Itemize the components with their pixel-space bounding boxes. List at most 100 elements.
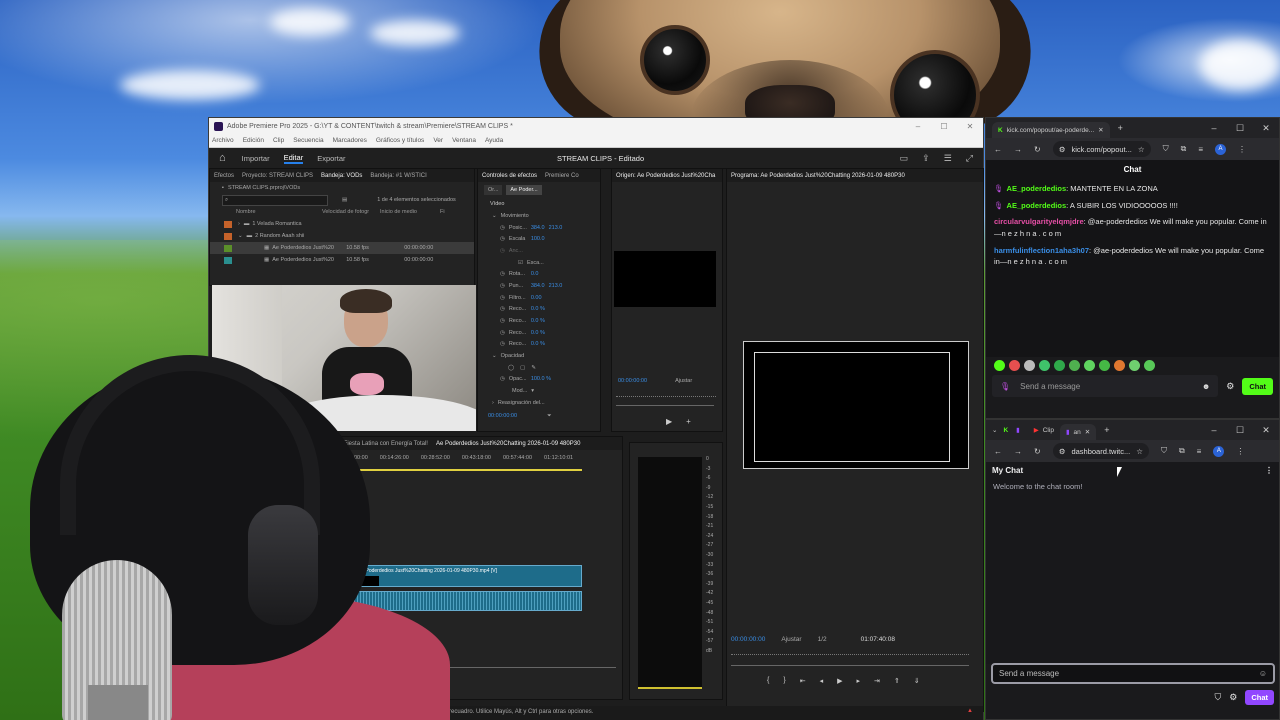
effect-value[interactable]: 0.00	[531, 295, 542, 301]
ellipse-mask-icon[interactable]: ◯	[508, 365, 514, 371]
column-fin[interactable]: Fi	[440, 209, 445, 215]
menu-marcadores[interactable]: Marcadores	[333, 137, 367, 144]
forward-icon[interactable]: →	[1014, 447, 1022, 456]
browser-tab-kick[interactable]: K kick.com/popout/ae-poderde... ✕	[992, 122, 1110, 138]
lift-icon[interactable]: ⇑	[894, 677, 900, 685]
effect-row[interactable]: ☑ Esca...	[478, 257, 600, 269]
new-tab-icon[interactable]: +	[1104, 425, 1109, 435]
audio-clip[interactable]	[354, 591, 582, 611]
stopwatch-icon[interactable]: ◷	[500, 271, 505, 277]
more-options-icon[interactable]: ⋮	[1265, 466, 1273, 475]
emoji-icon[interactable]: ☺	[1259, 669, 1267, 678]
tab-controles-efectos[interactable]: Controles de efectos	[482, 173, 537, 179]
close-button[interactable]: ✕	[957, 122, 983, 131]
menu-ayuda[interactable]: Ayuda	[485, 137, 503, 144]
menu-graficos[interactable]: Gráficos y títulos	[376, 137, 424, 144]
source-timecode[interactable]: 00:00:00:00	[618, 378, 647, 384]
workspace-exportar[interactable]: Exportar	[317, 154, 345, 163]
menu-archivo[interactable]: Archivo	[212, 137, 234, 144]
tab-origen[interactable]: Origen: Ae Poderdedios Just%20Cha	[616, 173, 715, 179]
menu-secuencia[interactable]: Secuencia	[293, 137, 323, 144]
channel-points-icon[interactable]: ⛉	[1214, 692, 1221, 703]
maximize-button[interactable]: ☐	[1227, 425, 1253, 436]
emote-icon[interactable]	[1039, 359, 1050, 371]
address-bar[interactable]: ⚙ dashboard.twitc... ☆	[1052, 443, 1149, 459]
reading-list-icon[interactable]: ≡	[1197, 447, 1202, 456]
maximize-button[interactable]: ☐	[931, 122, 957, 131]
menu-icon[interactable]: ☰	[944, 153, 952, 164]
list-item[interactable]: › ▬ 1 Velada Romantica	[210, 218, 474, 230]
stopwatch-icon[interactable]: ◷	[500, 306, 505, 312]
browser-tab-dashboard[interactable]: ▮ an ✕	[1059, 424, 1097, 440]
workspace-editar[interactable]: Editar	[283, 153, 304, 164]
chevron-down-icon[interactable]: ⌄	[492, 213, 497, 219]
source-scrubber[interactable]	[616, 391, 716, 397]
emote-icon[interactable]	[1099, 359, 1110, 371]
stopwatch-icon[interactable]: ◷	[500, 341, 505, 347]
go-to-out-icon[interactable]: ⇥	[874, 677, 880, 685]
twitch-message-input[interactable]: Send a message ☺	[991, 663, 1275, 684]
tab-programa[interactable]: Programa: Ae Poderdedios Just%20Chatting…	[731, 173, 905, 179]
program-fit-select[interactable]: Ajustar	[781, 636, 801, 643]
stopwatch-icon[interactable]: ◷	[500, 376, 505, 382]
effect-row[interactable]: ◷ Reco... 0.0 %	[478, 339, 600, 351]
tab-efectos[interactable]: Efectos	[214, 173, 234, 179]
blend-mode-select[interactable]: ▾	[531, 388, 534, 394]
emote-icon[interactable]	[1114, 359, 1125, 371]
mark-in-icon[interactable]: {	[767, 677, 769, 685]
effect-value[interactable]: 0.0 %	[531, 318, 545, 324]
effect-row[interactable]: ◷ Reco... 0.0 %	[478, 304, 600, 316]
new-tab-icon[interactable]: +	[1118, 123, 1123, 133]
list-item[interactable]: ⌄ ▬ 2 Random Aaah shii	[210, 230, 474, 242]
twitch-tab-icon[interactable]: ▮	[1016, 426, 1020, 434]
effect-row[interactable]: ◷ Filtro... 0.00	[478, 292, 600, 304]
timeline-scrollbar[interactable]	[306, 667, 616, 668]
mark-out-icon[interactable]: }	[783, 677, 785, 685]
close-tab-icon[interactable]: ✕	[1098, 126, 1103, 134]
reload-icon[interactable]: ↻	[1034, 145, 1041, 154]
send-chat-button[interactable]: Chat	[1242, 377, 1273, 395]
back-icon[interactable]: ←	[994, 145, 1002, 154]
emote-icon[interactable]	[994, 359, 1005, 371]
program-scrubber[interactable]	[731, 649, 969, 655]
new-bin-icon[interactable]: ▤	[342, 197, 347, 203]
menu-ventana[interactable]: Ventana	[452, 137, 476, 144]
chat-username[interactable]: circularvulgarityelqmjdre	[994, 217, 1084, 226]
list-item[interactable]: ▦ Ae Poderdedios Just%20 10.58 fps 00:00…	[210, 254, 474, 266]
chat-username[interactable]: AE_poderdedios	[1007, 184, 1067, 193]
source-fit-select[interactable]: Ajustar	[675, 378, 692, 384]
effect-row[interactable]: ◷ Opac... 100.0 %	[478, 374, 600, 386]
emote-icon[interactable]	[1069, 359, 1080, 371]
forward-icon[interactable]: →	[1014, 145, 1022, 154]
close-button[interactable]: ✕	[1253, 425, 1279, 436]
site-info-icon[interactable]: ⚙	[1059, 145, 1066, 154]
effect-timecode[interactable]: 00:00:00:00	[488, 413, 517, 419]
extract-icon[interactable]: ⇓	[914, 677, 920, 685]
menu-edicion[interactable]: Edición	[243, 137, 264, 144]
video-clip[interactable]: Ae Poderdedios Just%20Chatting 2026-01-0…	[354, 565, 582, 587]
minimize-button[interactable]: –	[905, 122, 931, 131]
tab-proyecto[interactable]: Proyecto: STREAM CLIPS	[242, 173, 313, 179]
back-icon[interactable]: ←	[994, 447, 1002, 456]
close-button[interactable]: ✕	[1253, 123, 1279, 134]
emote-icon[interactable]	[1084, 359, 1095, 371]
time-ruler[interactable]: 00:00 00:14:26:00 00:28:52:00 00:43:18:0…	[354, 455, 620, 469]
extensions-icon[interactable]: ⧉	[1181, 144, 1187, 154]
menu-ver[interactable]: Ver	[433, 137, 443, 144]
effect-row[interactable]: ◷ Reco... 0.0 %	[478, 327, 600, 339]
reading-list-icon[interactable]: ≡	[1198, 145, 1203, 154]
emote-icon[interactable]	[1054, 359, 1065, 371]
browser-menu-icon[interactable]: ⋮	[1238, 145, 1246, 154]
work-area-bar[interactable]	[354, 469, 582, 471]
tab-sequence-2[interactable]: Ae Poderdedios Just%20Chatting 2026-01-0…	[436, 441, 580, 447]
effect-row[interactable]: ◷ Posic... 384.0 213.0	[478, 222, 600, 234]
program-quality-select[interactable]: 1/2	[818, 636, 827, 643]
chevron-down-icon[interactable]: ⌄	[238, 233, 243, 239]
effect-value[interactable]: 0.0 %	[531, 330, 545, 336]
subtab-clip[interactable]: Ae Poder...	[506, 185, 542, 195]
effect-row[interactable]: ⌄ Opacidad	[478, 350, 600, 362]
add-button-icon[interactable]: +	[686, 417, 691, 426]
effect-row[interactable]: › Reasignación del...	[478, 397, 600, 409]
stopwatch-icon[interactable]: ◷	[500, 318, 505, 324]
site-info-icon[interactable]: ⚙	[1059, 447, 1066, 456]
